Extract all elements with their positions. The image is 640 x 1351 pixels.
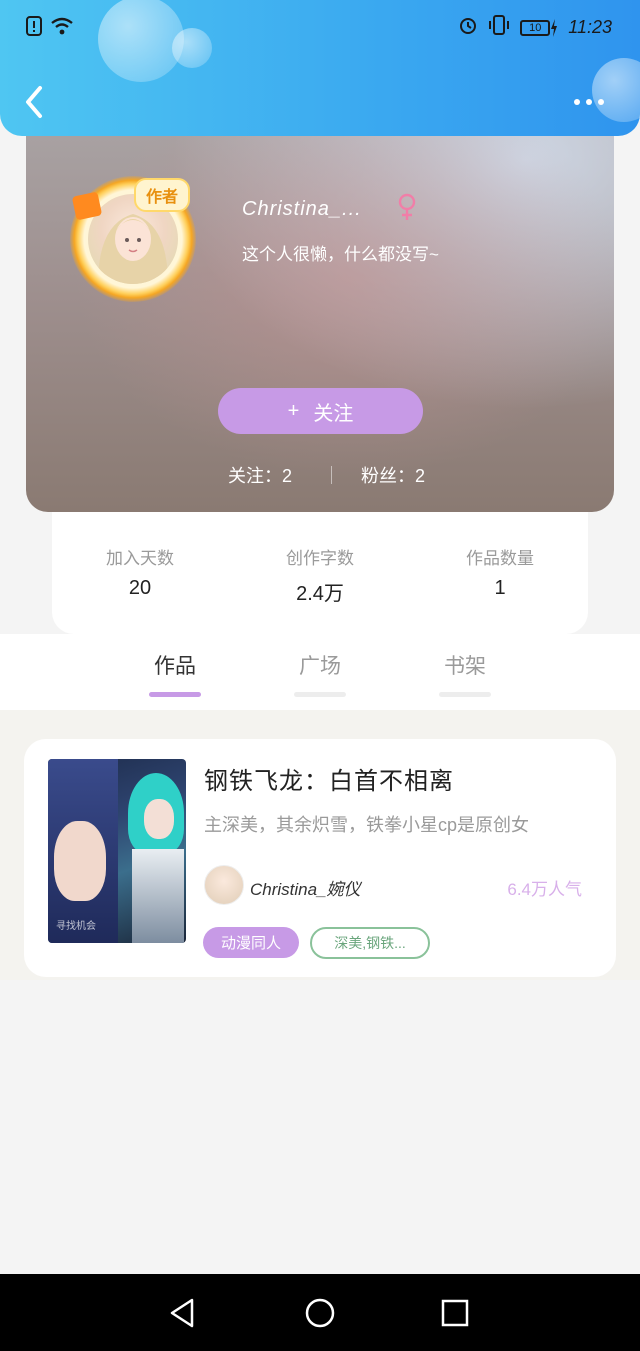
vibrate-icon <box>488 15 510 40</box>
follow-button[interactable]: + 关注 <box>218 388 423 434</box>
work-card[interactable]: 寻找机会 钢铁飞龙：白首不相离 主深美，其余炽雪，铁拳小星cp是原创女 Chri… <box>24 739 616 977</box>
stat-works-count: 作品数量 1 <box>430 544 570 600</box>
author-badge: 作者 <box>134 178 191 212</box>
following-count[interactable]: 关注：2 <box>228 462 292 488</box>
work-description: 主深美，其余炽雪，铁拳小星cp是原创女 <box>204 815 530 835</box>
stat-value: 1 <box>494 577 506 599</box>
decor-bubble-right <box>592 58 640 122</box>
system-nav-bar <box>0 1274 640 1351</box>
popularity-count: 6.4万人气 <box>507 880 582 899</box>
battery-icon: 10 <box>520 18 558 37</box>
stat-label: 创作字数 <box>286 549 354 568</box>
profile-card: 作者 Christina_... 这个人很懒，什么都没写~ + 关注 关注：2 … <box>26 120 614 512</box>
username: Christina_... <box>242 198 362 220</box>
female-icon <box>396 192 418 222</box>
author-avatar[interactable] <box>204 865 244 905</box>
avatar[interactable]: 作者 <box>70 176 196 302</box>
tab-bookshelf[interactable]: 书架 <box>415 650 515 680</box>
tab-works-indicator <box>149 692 201 697</box>
fans-count[interactable]: 粉丝：2 <box>361 462 425 488</box>
stat-label: 作品数量 <box>466 549 534 568</box>
stats-card: 加入天数 20 创作字数 2.4万 作品数量 1 <box>52 512 588 634</box>
stat-join-days: 加入天数 20 <box>70 544 210 600</box>
divider <box>331 466 332 484</box>
status-bar: 10 11:23 <box>0 0 640 52</box>
user-bio: 这个人很懒，什么都没写~ <box>242 245 439 264</box>
tab-bar: 作品 广场 书架 <box>0 634 640 710</box>
cover-watermark: 寻找机会 <box>56 921 96 932</box>
wifi-icon <box>50 17 74 40</box>
sim-alert-icon <box>26 16 42 41</box>
tab-square[interactable]: 广场 <box>270 650 370 680</box>
work-title[interactable]: 钢铁飞龙：白首不相离 <box>204 761 454 796</box>
tab-works[interactable]: 作品 <box>125 650 225 680</box>
category-tag[interactable]: 动漫同人 <box>203 927 300 958</box>
follow-button-label: 关注 <box>313 402 354 425</box>
stat-value: 20 <box>128 577 152 599</box>
charging-icon <box>551 18 558 37</box>
stat-label: 加入天数 <box>106 549 174 568</box>
work-cover-image[interactable]: 寻找机会 <box>48 759 186 943</box>
stat-word-count: 创作字数 2.4万 <box>250 544 390 606</box>
back-chevron-icon[interactable] <box>20 84 52 120</box>
top-header: 10 11:23 <box>0 0 640 136</box>
clock: 11:23 <box>568 17 612 37</box>
author-name[interactable]: Christina_婉仪 <box>250 875 361 900</box>
stat-value: 2.4万 <box>296 583 344 605</box>
circle-home-icon[interactable] <box>303 1296 337 1330</box>
battery-level: 10 <box>520 19 551 36</box>
square-recents-icon[interactable] <box>438 1296 472 1330</box>
alarm-icon <box>458 15 478 40</box>
tab-square-indicator <box>294 692 346 697</box>
character-tag[interactable]: 深美,钢铁... <box>310 927 430 959</box>
triangle-back-icon[interactable] <box>166 1296 200 1330</box>
plus-icon: + <box>287 399 300 422</box>
more-dots-icon[interactable] <box>574 94 614 110</box>
tab-bookshelf-indicator <box>439 692 491 697</box>
